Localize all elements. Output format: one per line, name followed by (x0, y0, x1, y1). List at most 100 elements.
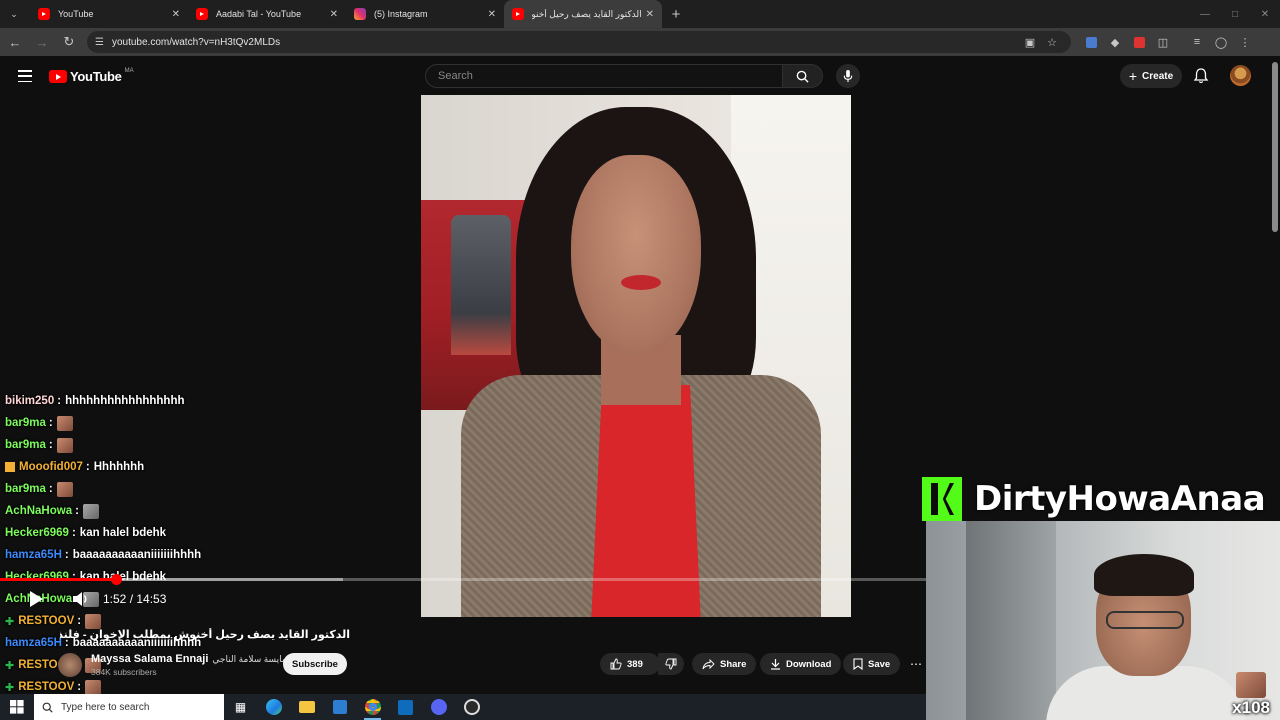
chat-username[interactable]: bar9ma (5, 439, 46, 451)
back-icon[interactable]: ← (3, 30, 27, 54)
chat-username[interactable]: Mooofid007 (19, 461, 83, 473)
subscribe-button[interactable]: Subscribe (283, 653, 347, 675)
close-icon[interactable]: ✕ (330, 9, 338, 20)
close-icon[interactable]: ✕ (172, 9, 180, 20)
account-avatar[interactable] (1230, 65, 1251, 86)
chat-text: kan halel bdehk (79, 527, 167, 539)
browser-tab-strip: ⌄ YouTube ✕ Aadabi Tal - YouTube ✕ (5) I… (0, 0, 1280, 28)
chat-message: bikim250: hhhhhhhhhhhhhhhhh (5, 390, 185, 412)
channel-avatar[interactable] (58, 653, 82, 677)
chat-username[interactable]: RESTOOV (18, 615, 74, 627)
tab-youtube[interactable]: YouTube ✕ (30, 0, 188, 28)
address-bar[interactable]: ☰ youtube.com/watch?v=nH3tQv2MLDs ▣ ☆ (87, 31, 1071, 53)
scrubber-handle[interactable] (111, 574, 122, 585)
chat-username[interactable]: hamza65H (5, 549, 62, 561)
task-view-icon[interactable]: ▦ (224, 694, 257, 720)
edge-icon[interactable] (257, 694, 290, 720)
save-button[interactable]: Save (843, 653, 901, 675)
chat-separator: : (75, 505, 79, 517)
file-explorer-icon[interactable] (290, 694, 323, 720)
menu-icon[interactable] (18, 70, 32, 82)
subscriber-count: 384K subscribers (91, 667, 157, 677)
close-icon[interactable]: ✕ (646, 9, 654, 20)
extension-diamond-icon[interactable]: ◆ (1103, 30, 1127, 54)
site-info-icon[interactable]: ☰ (95, 37, 104, 48)
reload-icon[interactable]: ↻ (57, 30, 81, 54)
emote-icon (1236, 672, 1266, 698)
chat-emote-icon (56, 481, 73, 497)
chat-username[interactable]: AchNaHowa (5, 505, 72, 517)
voice-search-button[interactable] (836, 64, 860, 88)
recording-app-icon[interactable] (455, 694, 488, 720)
extensions-puzzle-icon[interactable]: ◫ (1151, 30, 1175, 54)
chat-username[interactable]: Hecker6969 (5, 571, 69, 583)
vip-badge-icon: ✚ (5, 681, 15, 694)
youtube-icon (512, 8, 524, 20)
page-scrollbar[interactable] (1272, 62, 1278, 232)
windows-taskbar: Type here to search ▦ (0, 694, 926, 720)
download-label: Download (786, 658, 832, 670)
chat-emote-icon (85, 679, 102, 694)
translate-extension-icon[interactable] (1079, 30, 1103, 54)
chat-username[interactable]: RESTOOV (18, 681, 74, 693)
tab-current-video[interactable]: الدكتور القايد يصف رحيل أخنوش ✕ (504, 0, 662, 28)
play-icon[interactable] (28, 590, 44, 608)
tab-search-button[interactable]: ⌄ (0, 0, 28, 28)
create-button[interactable]: + Create (1120, 64, 1182, 88)
chat-username[interactable]: bikim250 (5, 395, 54, 407)
search-icon (42, 702, 53, 713)
search-bar: Search (425, 64, 823, 88)
taskbar-search-box[interactable]: Type here to search (34, 694, 224, 720)
minimize-icon[interactable]: — (1190, 0, 1220, 28)
live-chat-overlay: bikim250: hhhhhhhhhhhhhhhhh bar9ma: bar9ma:… (0, 372, 420, 694)
speaker-face (571, 155, 701, 355)
tab-instagram[interactable]: (5) Instagram ✕ (346, 0, 504, 28)
chrome-menu-icon[interactable]: ⋮ (1233, 30, 1257, 54)
save-label: Save (868, 658, 891, 670)
search-icon (796, 70, 809, 83)
youtube-logo[interactable]: YouTube MA (49, 68, 134, 84)
dislike-button[interactable] (658, 653, 684, 675)
chat-message: bar9ma: (5, 478, 73, 500)
youtube-icon (196, 8, 208, 20)
outlook-icon[interactable] (389, 694, 422, 720)
channel-name[interactable]: Mayssa Salama Ennaji مايسة سلامة الناجي (91, 653, 287, 665)
search-button[interactable] (783, 64, 823, 88)
video-frame[interactable] (421, 95, 851, 617)
media-controls-icon[interactable]: ≡ (1185, 30, 1209, 54)
like-button[interactable]: 389 (600, 653, 660, 675)
download-button[interactable]: Download (760, 653, 842, 675)
close-window-icon[interactable]: ✕ (1250, 0, 1280, 28)
chat-username[interactable]: bar9ma (5, 483, 46, 495)
bookmark-star-icon[interactable]: ☆ (1041, 36, 1063, 49)
window-controls: — □ ✕ (1190, 0, 1280, 28)
chat-username[interactable]: hamza65H (5, 637, 62, 649)
youtube-play-icon (49, 70, 67, 83)
search-input[interactable]: Search (425, 64, 783, 88)
profile-icon[interactable]: ◯ (1209, 30, 1233, 54)
video-progress-bar[interactable] (0, 574, 926, 585)
share-button[interactable]: Share (692, 653, 757, 675)
close-icon[interactable]: ✕ (488, 9, 496, 20)
chat-separator: : (77, 681, 82, 693)
forward-icon[interactable]: → (30, 30, 54, 54)
create-label: Create (1142, 70, 1174, 82)
volume-icon[interactable] (72, 591, 90, 607)
chrome-icon[interactable] (356, 694, 389, 720)
extension-red-icon[interactable] (1127, 30, 1151, 54)
chat-username[interactable]: Hecker6969 (5, 527, 69, 539)
new-tab-button[interactable]: + (662, 6, 690, 23)
discord-icon[interactable] (422, 694, 455, 720)
youtube-icon (38, 8, 50, 20)
notifications-bell-icon[interactable] (1192, 67, 1210, 85)
chat-username[interactable]: bar9ma (5, 417, 46, 429)
screen: ⌄ YouTube ✕ Aadabi Tal - YouTube ✕ (5) I… (0, 0, 1280, 720)
start-button[interactable] (0, 694, 34, 720)
tab-aadabi-tal[interactable]: Aadabi Tal - YouTube ✕ (188, 0, 346, 28)
tab-label: (5) Instagram (374, 9, 428, 19)
chat-text: Hhhhhhh (93, 461, 145, 473)
install-app-icon[interactable]: ▣ (1019, 36, 1041, 49)
chat-separator: : (77, 615, 82, 627)
microsoft-store-icon[interactable] (323, 694, 356, 720)
maximize-icon[interactable]: □ (1220, 0, 1250, 28)
